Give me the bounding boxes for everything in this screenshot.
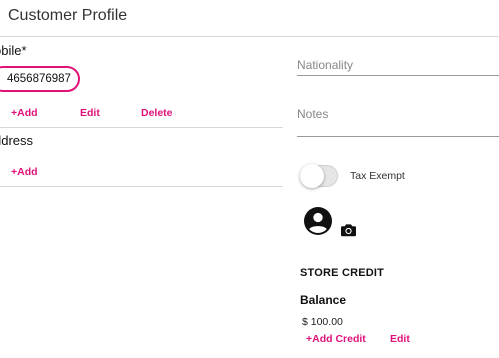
tax-exempt-toggle-knob[interactable] xyxy=(300,164,324,188)
notes-underline xyxy=(297,136,499,137)
edit-credit-button[interactable]: Edit xyxy=(390,333,410,345)
nationality-underline xyxy=(297,75,499,76)
store-credit-title: STORE CREDIT xyxy=(300,267,385,279)
camera-icon[interactable] xyxy=(341,223,356,237)
mobile-divider xyxy=(0,127,283,128)
page-title: Customer Profile xyxy=(8,7,128,24)
balance-label: Balance xyxy=(300,293,347,307)
edit-mobile-button[interactable]: Edit xyxy=(80,107,100,119)
add-mobile-button[interactable]: +Add xyxy=(11,107,38,119)
add-credit-button[interactable]: +Add Credit xyxy=(306,333,366,345)
add-address-button[interactable]: +Add xyxy=(11,166,38,178)
account-circle-icon[interactable] xyxy=(304,207,332,235)
phone-number-text: 4656876987 xyxy=(7,73,71,85)
mobile-label: obile* xyxy=(0,43,27,58)
address-label: ddress xyxy=(0,133,34,148)
header-divider xyxy=(0,36,499,37)
tax-exempt-label: Tax Exempt xyxy=(350,170,405,182)
balance-value: $ 100.00 xyxy=(302,316,343,328)
delete-mobile-button[interactable]: Delete xyxy=(141,107,173,119)
address-divider xyxy=(0,186,283,187)
nationality-field[interactable]: Nationality xyxy=(297,58,353,72)
notes-field[interactable]: Notes xyxy=(297,107,328,121)
phone-number-chip[interactable]: 4656876987 xyxy=(0,66,80,92)
